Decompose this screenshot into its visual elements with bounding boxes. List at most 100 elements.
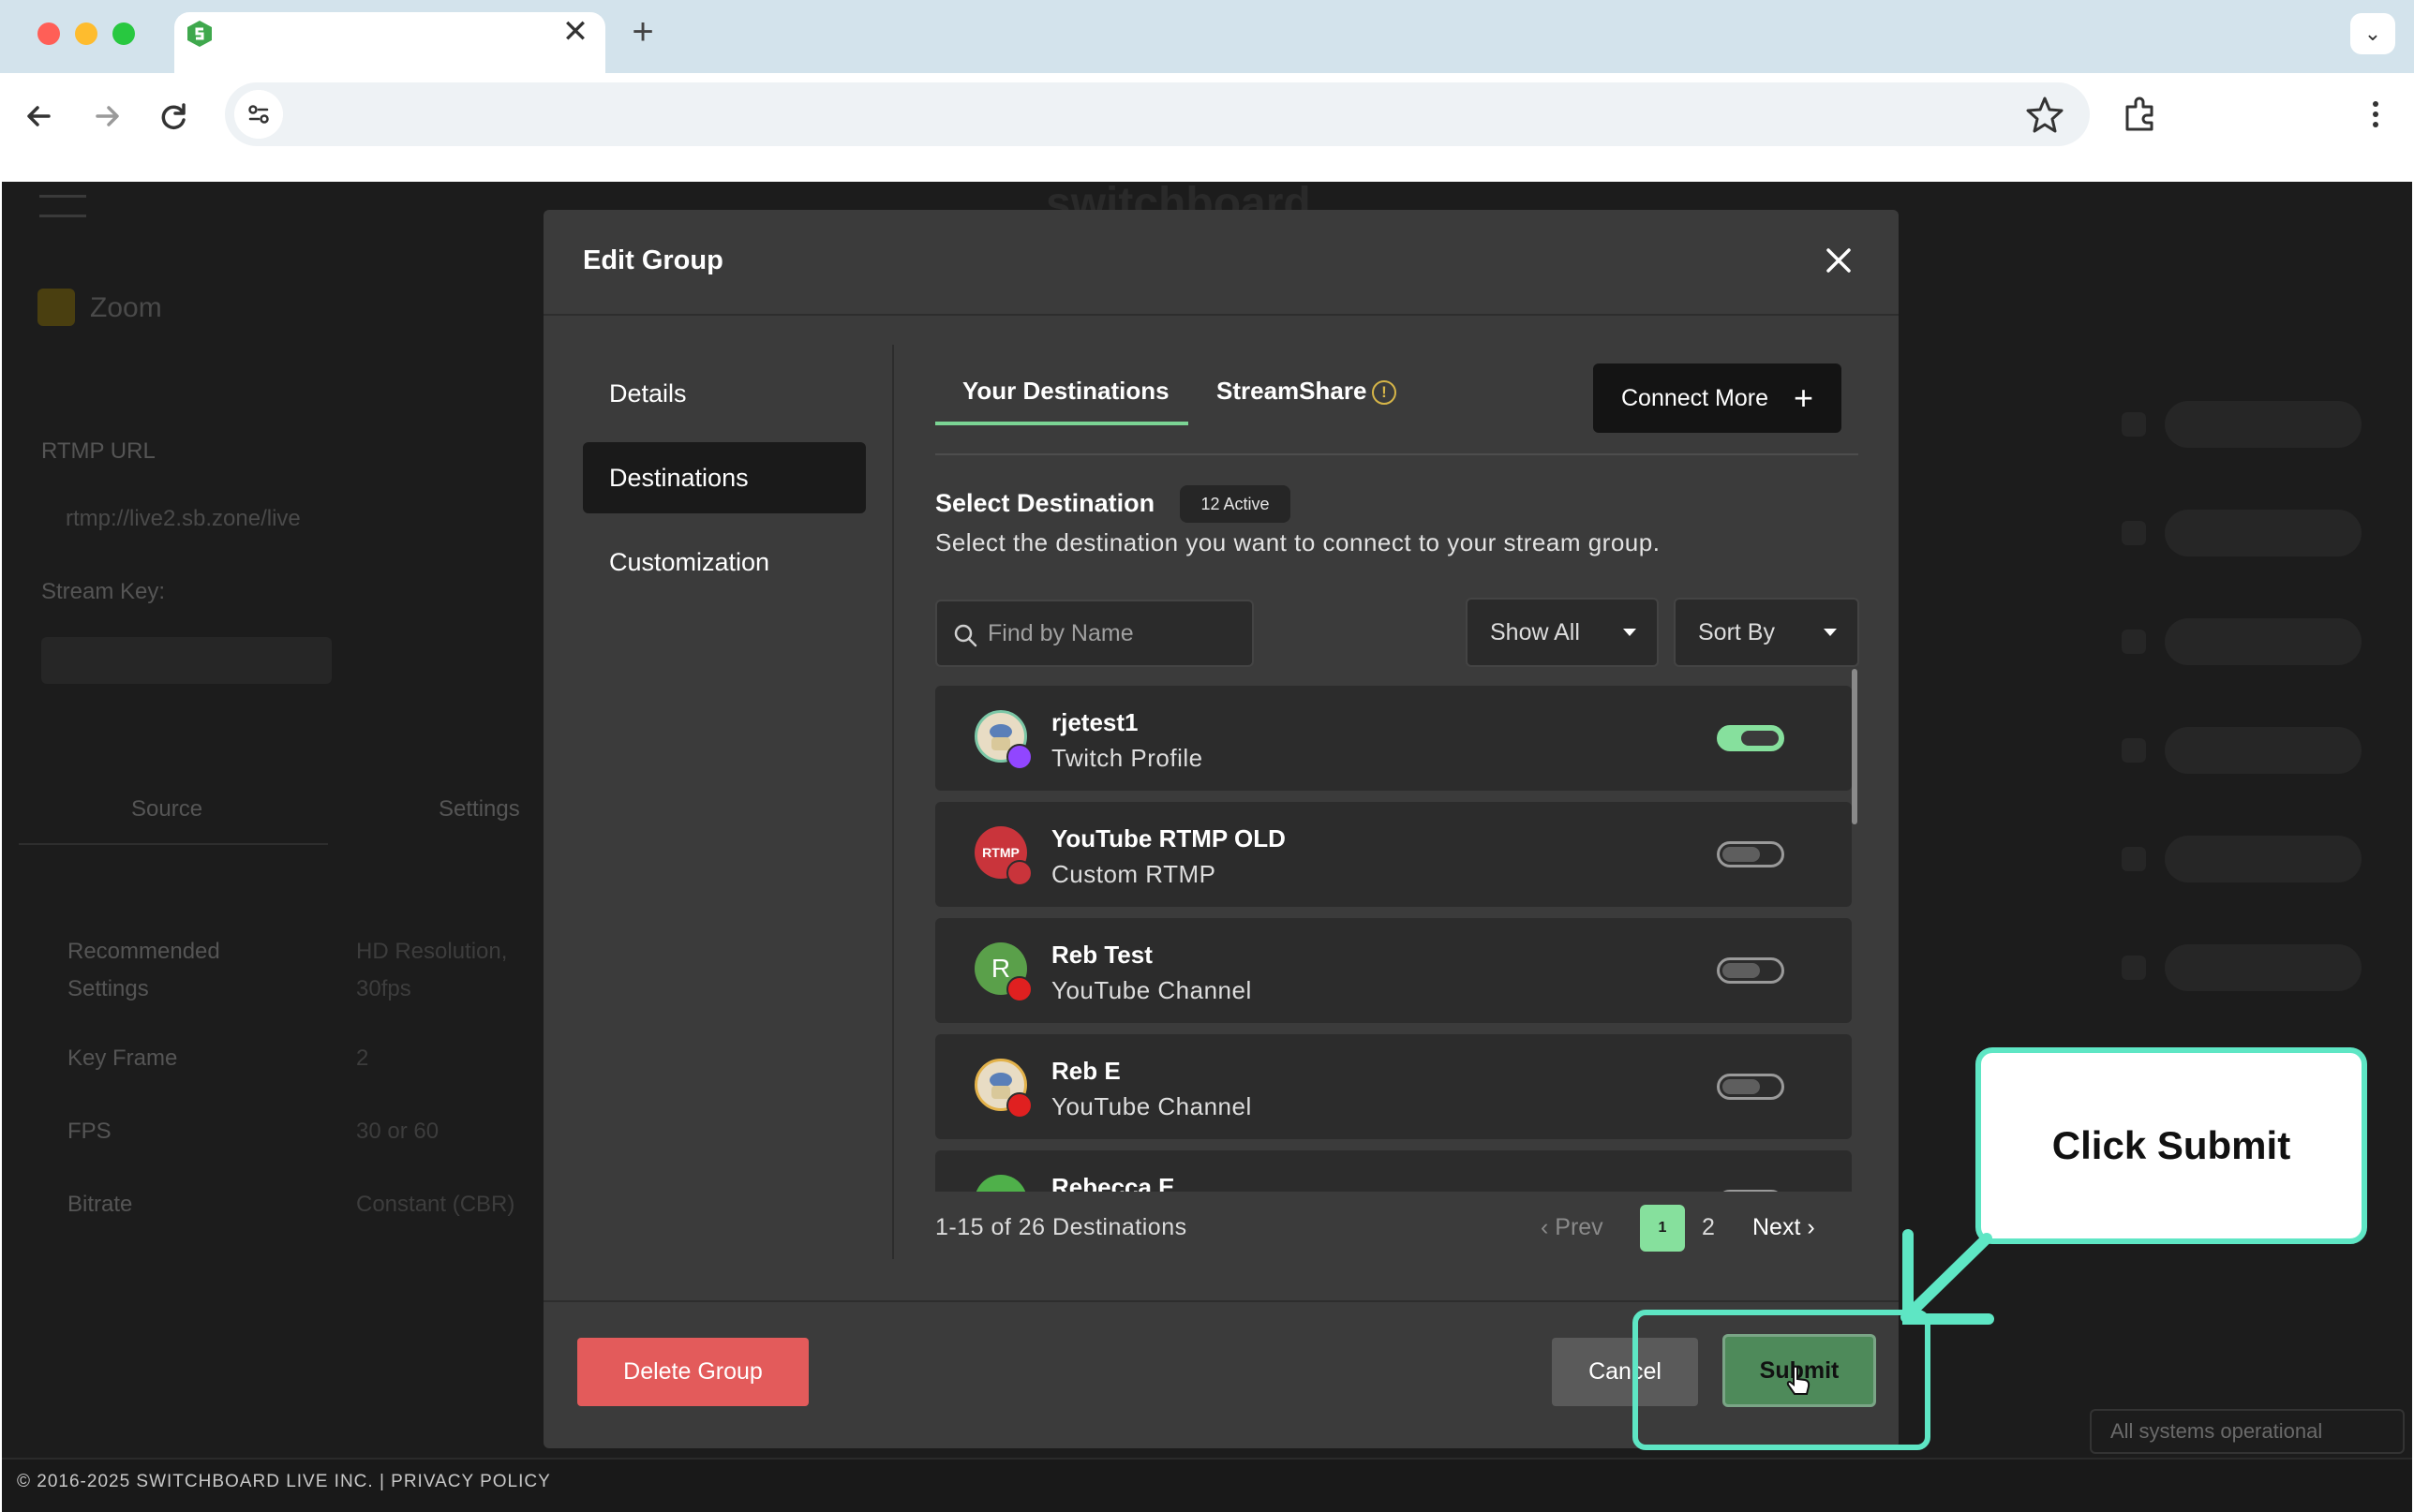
settings-row-value: Constant (CBR) — [356, 1192, 515, 1217]
maximize-window-button[interactable] — [112, 22, 135, 45]
destination-type: Twitch Profile — [1051, 744, 1203, 772]
destination-name: rjetest1 — [1051, 708, 1139, 736]
settings-row-value: 2 — [356, 1045, 369, 1071]
star-icon[interactable] — [2024, 94, 2065, 135]
browser-tab[interactable] — [174, 12, 605, 73]
select-destination-subtitle: Select the destination you want to conne… — [935, 528, 1661, 556]
destination-row[interactable]: Rebecca E. — [935, 1150, 1852, 1192]
sort-dropdown[interactable]: Sort By — [1674, 598, 1859, 667]
stream-key-label: Stream Key: — [41, 579, 166, 604]
destination-list: rjetest1 Twitch Profile RTMP YouTube RTM… — [935, 682, 1857, 1192]
forward-arrow-icon[interactable] — [84, 94, 129, 139]
callout-arrow-icon — [1900, 1229, 1994, 1325]
submit-highlight-box — [1632, 1310, 1930, 1450]
youtube-icon — [1006, 976, 1033, 1002]
pagination-prev[interactable]: ‹ Prev — [1541, 1208, 1603, 1246]
filter-dropdown[interactable]: Show All — [1466, 598, 1659, 667]
sidebar-divider — [892, 345, 894, 1259]
destination-row[interactable]: rjetest1 Twitch Profile — [935, 686, 1852, 791]
rtmp-label: RTMP URL — [41, 438, 156, 464]
destination-row[interactable]: Reb E YouTube Channel — [935, 1034, 1852, 1139]
tab-settings-bg: Settings — [439, 796, 520, 822]
destination-toggle[interactable] — [1717, 725, 1784, 751]
sidebar-item-customization[interactable]: Customization — [583, 526, 866, 598]
stream-key-field — [41, 637, 332, 684]
rtmp-value: rtmp://live2.sb.zone/live — [66, 506, 301, 531]
pagination-page-1[interactable]: 1 — [1640, 1205, 1685, 1252]
delete-group-button[interactable]: Delete Group — [577, 1338, 809, 1406]
tab-search-chevron-icon[interactable]: ⌄ — [2350, 13, 2395, 54]
source-tab-divider — [19, 843, 328, 845]
tab-your-destinations[interactable]: Your Destinations — [962, 377, 1170, 406]
pagination-range: 1-15 of 26 Destinations — [935, 1214, 1187, 1240]
extensions-icon[interactable] — [2118, 92, 2163, 137]
twitch-icon — [1006, 744, 1033, 770]
tab-streamshare[interactable]: StreamShare — [1216, 377, 1366, 406]
destination-toggle[interactable] — [1717, 1190, 1784, 1192]
list-scrollbar[interactable] — [1852, 669, 1857, 824]
address-bar[interactable] — [225, 82, 2090, 146]
system-status: All systems operational — [2090, 1409, 2405, 1454]
caret-down-icon — [1623, 629, 1636, 636]
hand-cursor-icon — [1786, 1365, 1810, 1395]
modal-footer-divider — [544, 1300, 1899, 1302]
connect-more-label: Connect More — [1621, 385, 1769, 411]
destination-name: YouTube RTMP OLD — [1051, 824, 1286, 852]
caret-down-icon — [1824, 629, 1837, 636]
active-tab-indicator — [935, 422, 1188, 425]
source-name: Zoom — [90, 292, 162, 323]
switchboard-favicon-icon — [187, 21, 212, 47]
close-window-button[interactable] — [37, 22, 60, 45]
destination-name: Reb E — [1051, 1057, 1121, 1085]
modal-header-divider — [544, 314, 1899, 316]
connect-more-button[interactable]: Connect More + — [1593, 363, 1841, 433]
active-count-badge: 12 Active — [1180, 485, 1290, 523]
zoom-source-icon — [37, 289, 75, 326]
site-info-icon[interactable] — [234, 90, 283, 139]
minimize-window-button[interactable] — [75, 22, 97, 45]
destination-name: Rebecca E. — [1051, 1173, 1182, 1192]
sidebar-item-destinations[interactable]: Destinations — [583, 442, 866, 513]
back-arrow-icon[interactable] — [17, 94, 62, 139]
youtube-icon — [1006, 1092, 1033, 1119]
settings-row-label: Bitrate — [67, 1192, 133, 1217]
settings-row-label: Recommended Settings — [67, 939, 220, 1001]
destination-toggle[interactable] — [1717, 841, 1784, 867]
destination-type: YouTube Channel — [1051, 1092, 1252, 1120]
destination-row[interactable]: R Reb Test YouTube Channel — [935, 918, 1852, 1023]
tabs-divider — [935, 453, 1858, 455]
destination-type: Custom RTMP — [1051, 860, 1216, 888]
destination-name: Reb Test — [1051, 941, 1153, 969]
settings-row-value: HD Resolution, 30fps — [356, 939, 508, 1001]
close-icon[interactable] — [1820, 242, 1857, 279]
sort-label: Sort By — [1698, 619, 1775, 645]
search-input[interactable] — [988, 615, 1241, 652]
footer-copyright: © 2016-2025 SWITCHBOARD LIVE INC. | PRIV… — [17, 1472, 551, 1491]
destination-toggle[interactable] — [1717, 1074, 1784, 1100]
reload-icon[interactable] — [152, 94, 197, 139]
sidebar-item-details[interactable]: Details — [583, 358, 866, 429]
modal-title: Edit Group — [583, 245, 723, 275]
settings-row-label: FPS — [67, 1119, 112, 1144]
tab-close-icon[interactable]: ✕ — [559, 15, 592, 49]
pagination-next[interactable]: Next › — [1752, 1208, 1815, 1246]
background-destination-controls — [2109, 401, 2390, 991]
rtmp-icon — [1006, 860, 1033, 886]
destination-type: YouTube Channel — [1051, 976, 1252, 1004]
settings-row-label: Key Frame — [67, 1045, 178, 1071]
tab-source: Source — [131, 796, 203, 822]
plus-icon: + — [1793, 378, 1813, 417]
info-icon[interactable]: ! — [1372, 380, 1396, 405]
search-icon — [954, 624, 977, 647]
kebab-menu-icon[interactable] — [2362, 92, 2390, 137]
destination-row[interactable]: RTMP YouTube RTMP OLD Custom RTMP — [935, 802, 1852, 907]
new-tab-button[interactable]: + — [624, 13, 662, 51]
pagination-page-2[interactable]: 2 — [1702, 1208, 1715, 1246]
settings-row-value: 30 or 60 — [356, 1119, 440, 1144]
hamburger-menu-icon — [39, 195, 86, 217]
destination-toggle[interactable] — [1717, 957, 1784, 984]
destination-avatar — [975, 1175, 1027, 1192]
filter-label: Show All — [1490, 619, 1580, 645]
tutorial-callout: Click Submit — [1975, 1047, 2367, 1244]
select-destination-title: Select Destination — [935, 489, 1155, 517]
